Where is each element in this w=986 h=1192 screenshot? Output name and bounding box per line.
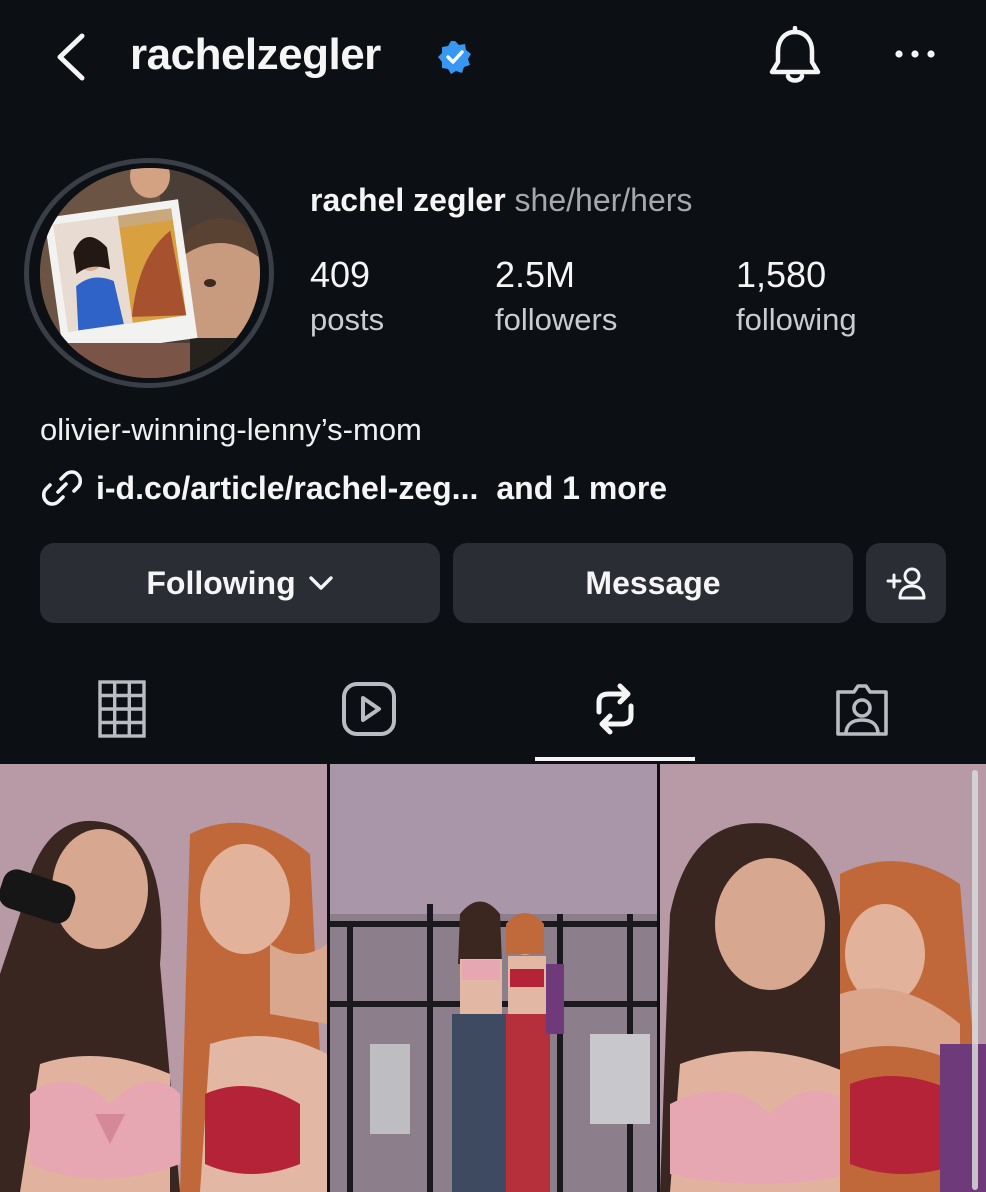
link-url[interactable]: i-d.co/article/rachel-zeg... (96, 470, 478, 507)
scrollbar[interactable] (972, 770, 978, 1190)
following-button[interactable]: Following (40, 543, 440, 623)
stat-posts[interactable]: 409 posts (310, 254, 384, 338)
add-user-button[interactable] (866, 543, 946, 623)
reels-icon[interactable] (338, 678, 398, 740)
add-user-icon (886, 567, 926, 600)
profile-username: rachelzegler (130, 30, 381, 79)
message-button[interactable]: Message (453, 543, 853, 623)
active-tab-indicator (535, 757, 695, 761)
bell-icon[interactable] (766, 26, 824, 88)
following-label: Following (146, 564, 296, 601)
chevron-down-icon (308, 576, 333, 590)
stat-value: 1,580 (736, 254, 827, 295)
grid-post[interactable] (330, 764, 657, 1192)
verified-badge-icon (438, 41, 471, 74)
stat-value: 409 (310, 254, 371, 295)
stat-following[interactable]: 1,580 following (736, 254, 857, 338)
grid-icon[interactable] (96, 678, 156, 740)
chevron-left-icon[interactable] (50, 30, 94, 84)
display-name-row: rachel zegler she/her/hers (310, 182, 692, 219)
post-grid (0, 764, 986, 1192)
stat-followers[interactable]: 2.5M followers (495, 254, 617, 338)
grid-post[interactable] (0, 764, 327, 1192)
link-icon (41, 470, 83, 506)
avatar[interactable] (40, 168, 260, 378)
pronouns: she/her/hers (514, 182, 693, 218)
profile-link[interactable]: i-d.co/article/rachel-zeg... and 1 more (40, 468, 667, 508)
stat-label: followers (495, 302, 618, 337)
stat-label: following (736, 302, 857, 337)
stat-label: posts (310, 302, 385, 337)
display-name: rachel zegler (310, 182, 506, 218)
profile-bio: olivier-winning-lenny’s-mom (40, 412, 422, 447)
stat-value: 2.5M (495, 254, 576, 295)
profile-header: rachelzegler (0, 0, 986, 120)
link-more[interactable]: and 1 more (496, 470, 667, 507)
reposts-icon[interactable] (585, 678, 645, 740)
tagged-icon[interactable] (832, 678, 892, 740)
more-dots-icon[interactable] (893, 44, 937, 64)
grid-post[interactable] (660, 764, 986, 1192)
message-label: Message (585, 564, 721, 601)
